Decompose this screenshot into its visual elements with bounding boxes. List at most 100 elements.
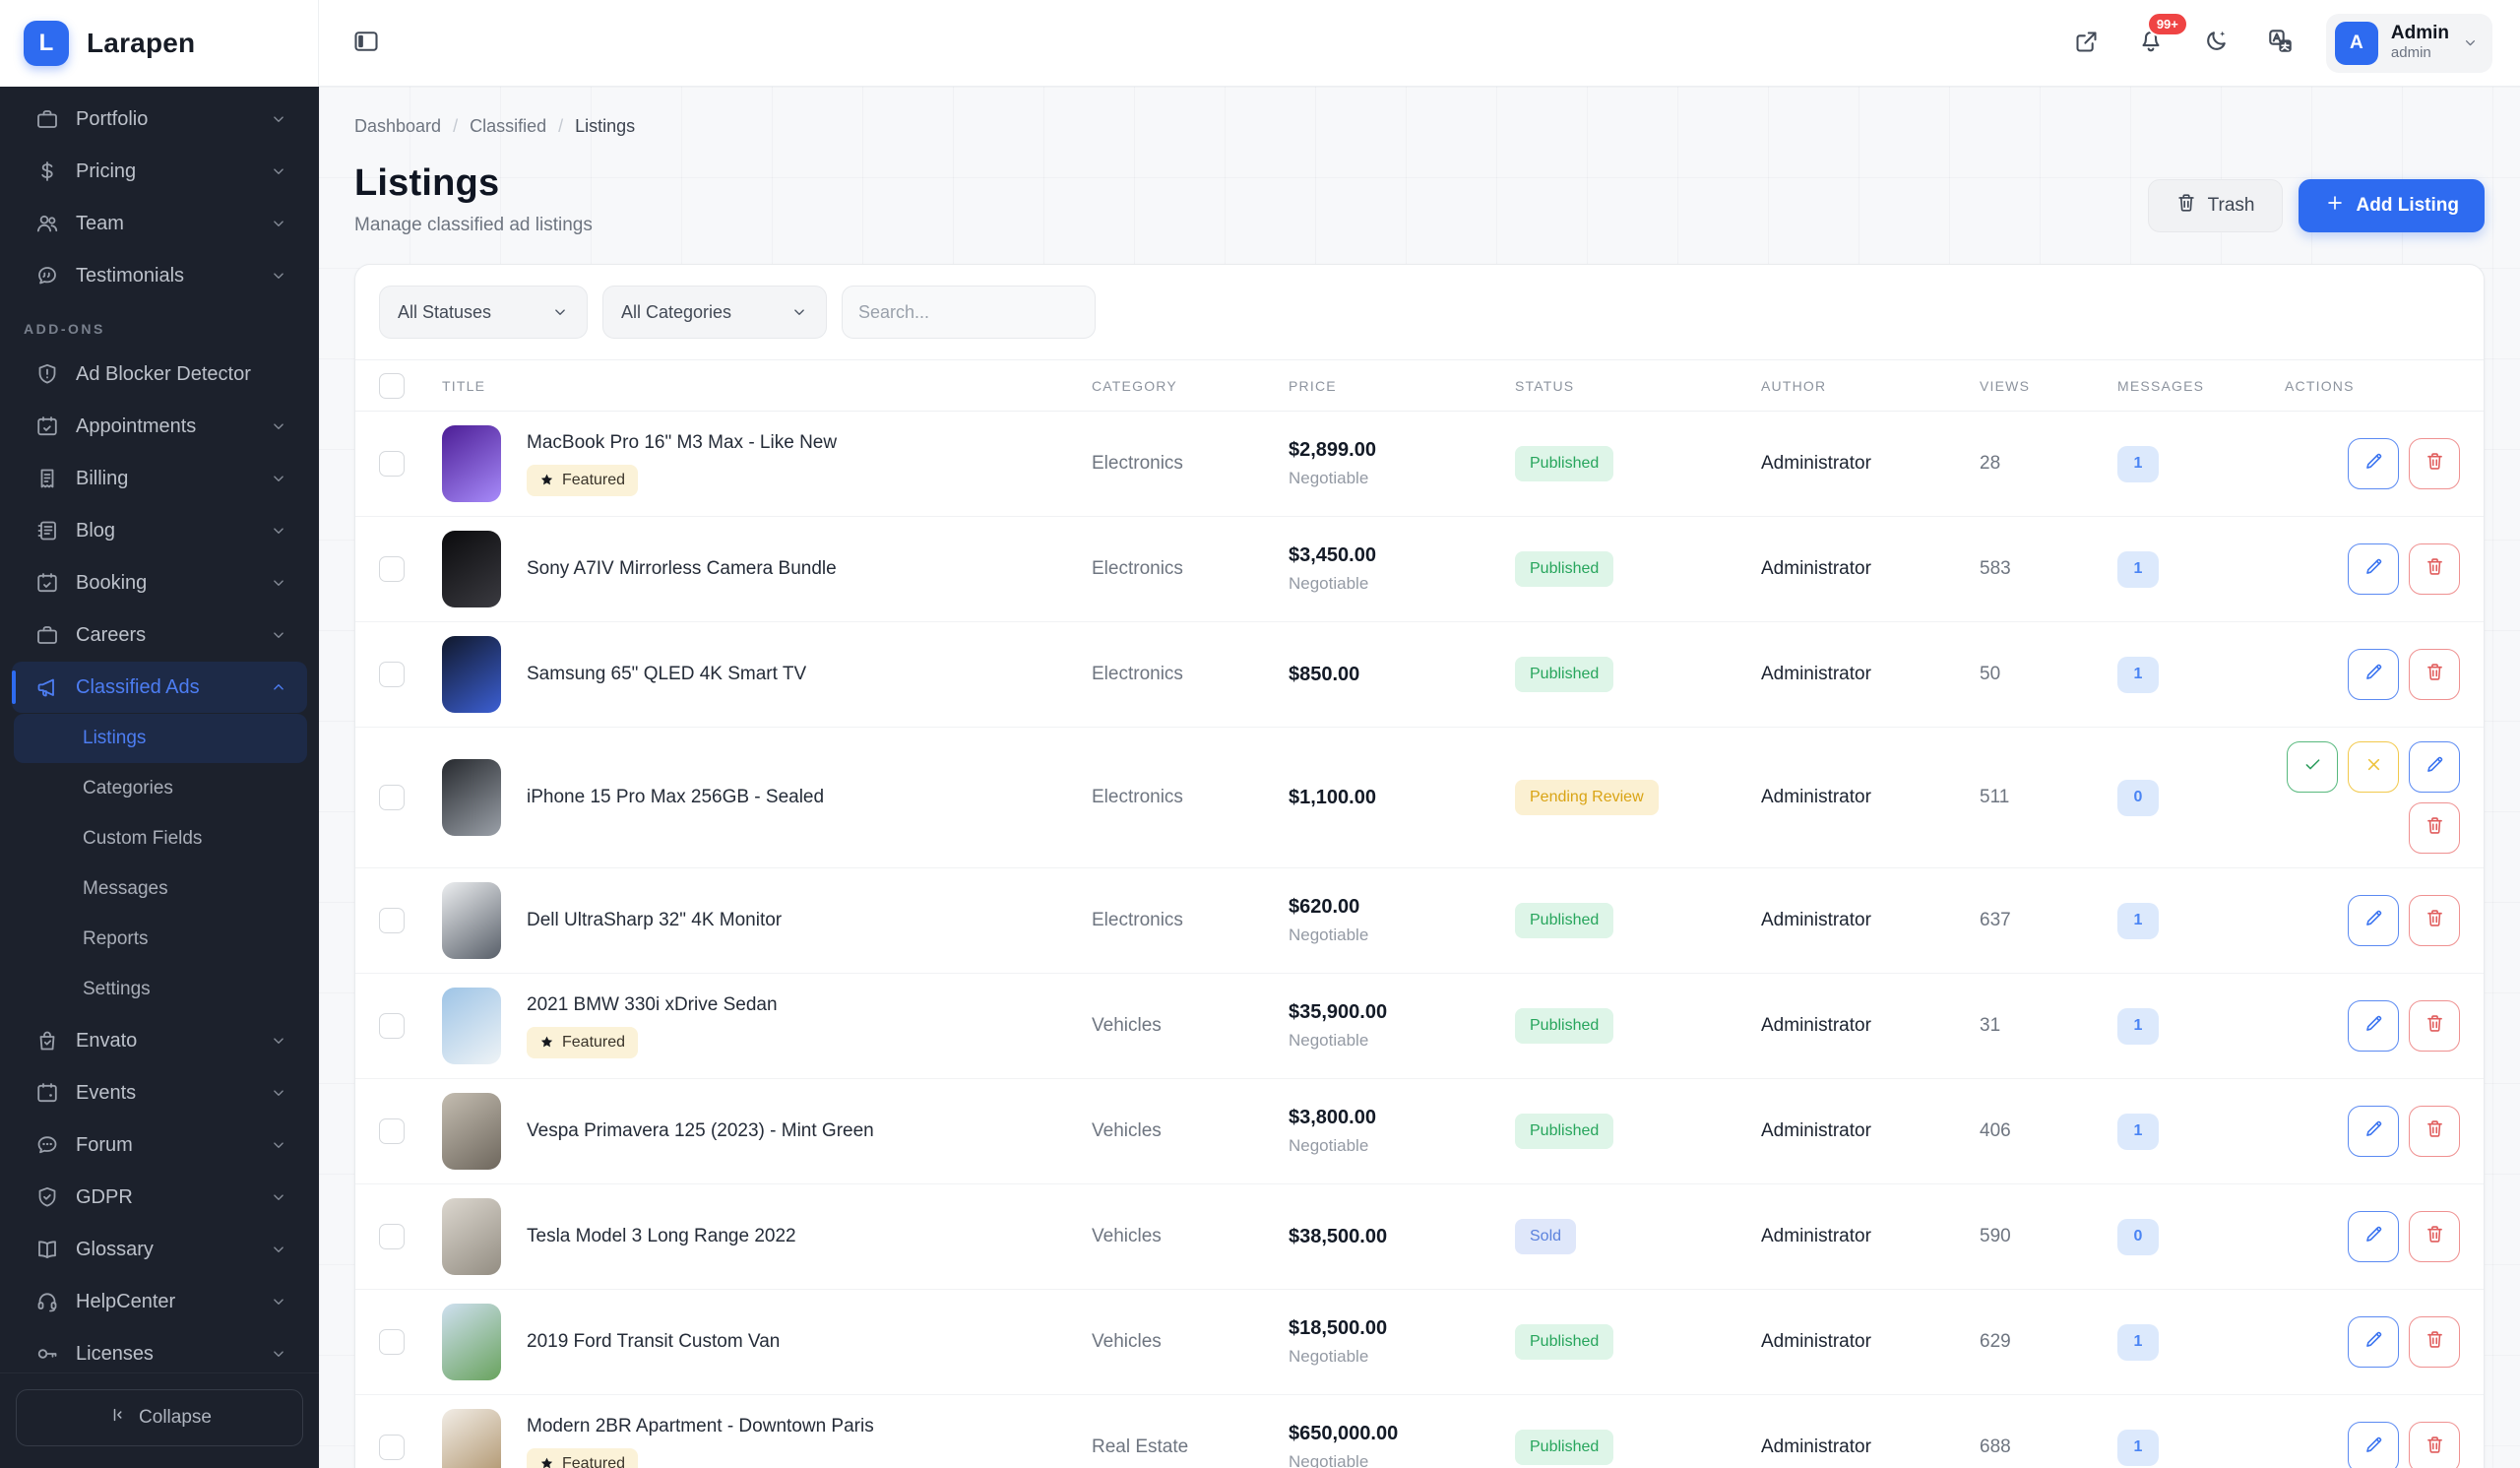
chevron-down-icon xyxy=(270,417,287,435)
sidebar-item-glossary[interactable]: Glossary xyxy=(12,1224,307,1275)
approve-button[interactable] xyxy=(2287,741,2338,793)
category-filter-select[interactable]: All Categories xyxy=(602,286,827,339)
sidebar-item-pricing[interactable]: Pricing xyxy=(12,146,307,197)
sidebar-item-blog[interactable]: Blog xyxy=(12,505,307,556)
row-checkbox[interactable] xyxy=(379,908,405,933)
delete-button[interactable] xyxy=(2409,438,2460,489)
trash-icon xyxy=(2425,662,2445,687)
views-count: 28 xyxy=(1980,453,2001,474)
sidebar-item-messages[interactable]: Messages xyxy=(14,864,307,914)
status-filter-select[interactable]: All Statuses xyxy=(379,286,588,339)
status-badge: Sold xyxy=(1515,1219,1577,1254)
listing-title: Tesla Model 3 Long Range 2022 xyxy=(527,1226,796,1246)
delete-button[interactable] xyxy=(2409,649,2460,700)
row-checkbox[interactable] xyxy=(379,1435,405,1460)
add-listing-button[interactable]: Add Listing xyxy=(2298,179,2485,232)
sidebar-item-appointments[interactable]: Appointments xyxy=(12,401,307,452)
notifications-button[interactable]: 99+ xyxy=(2131,12,2188,64)
dark-mode-button[interactable] xyxy=(2196,22,2236,64)
featured-badge: Featured xyxy=(527,1026,639,1058)
listing-category: Vehicles xyxy=(1092,1015,1162,1036)
delete-button[interactable] xyxy=(2409,1422,2460,1468)
row-checkbox[interactable] xyxy=(379,1224,405,1249)
breadcrumb-item-dashboard[interactable]: Dashboard xyxy=(354,116,441,137)
edit-button[interactable] xyxy=(2348,1000,2399,1052)
sidebar-item-settings[interactable]: Settings xyxy=(14,965,307,1014)
chevron-down-icon xyxy=(270,1136,287,1154)
row-checkbox[interactable] xyxy=(379,451,405,477)
sidebar-item-booking[interactable]: Booking xyxy=(12,557,307,608)
sidebar-item-custom-fields[interactable]: Custom Fields xyxy=(14,814,307,863)
listing-author: Administrator xyxy=(1761,910,1871,930)
delete-button[interactable] xyxy=(2409,1000,2460,1052)
edit-button[interactable] xyxy=(2348,1106,2399,1157)
delete-button[interactable] xyxy=(2409,895,2460,946)
chat-quote-icon xyxy=(35,264,59,287)
table-row: Samsung 65" QLED 4K Smart TV Electronics $… xyxy=(355,621,2484,727)
sidebar-item-careers[interactable]: Careers xyxy=(12,609,307,661)
sidebar-item-team[interactable]: Team xyxy=(12,198,307,249)
breadcrumb-item-listings[interactable]: Listings xyxy=(575,116,635,137)
edit-button[interactable] xyxy=(2348,649,2399,700)
sidebar-item-reports[interactable]: Reports xyxy=(14,915,307,964)
user-menu[interactable]: A Admin admin xyxy=(2325,13,2492,73)
topbar-actions: 99+ A Admin admin xyxy=(2067,12,2492,73)
row-checkbox[interactable] xyxy=(379,556,405,582)
headset-icon xyxy=(35,1290,59,1313)
edit-button[interactable] xyxy=(2348,438,2399,489)
search-input[interactable] xyxy=(843,301,1095,323)
delete-button[interactable] xyxy=(2409,1106,2460,1157)
table-row: Modern 2BR Apartment - Downtown Paris Fea… xyxy=(355,1394,2484,1468)
listing-title: Vespa Primavera 125 (2023) - Mint Green xyxy=(527,1120,874,1141)
status-badge: Published xyxy=(1515,1430,1614,1465)
delete-button[interactable] xyxy=(2409,802,2460,854)
edit-button[interactable] xyxy=(2348,1211,2399,1262)
sidebar-item-portfolio[interactable]: Portfolio xyxy=(12,94,307,145)
row-checkbox[interactable] xyxy=(379,1118,405,1144)
sidebar-item-testimonials[interactable]: Testimonials xyxy=(12,250,307,301)
listing-author: Administrator xyxy=(1761,1015,1871,1036)
listing-price: $850.00 xyxy=(1289,663,1360,685)
row-checkbox[interactable] xyxy=(379,1013,405,1039)
open-site-button[interactable] xyxy=(2067,23,2106,64)
listing-title: Sony A7IV Mirrorless Camera Bundle xyxy=(527,558,837,579)
delete-button[interactable] xyxy=(2409,1211,2460,1262)
column-header-status: Status xyxy=(1515,377,1575,394)
sidebar-toggle-button[interactable] xyxy=(346,22,386,64)
listing-category: Vehicles xyxy=(1092,1226,1162,1246)
language-button[interactable] xyxy=(2261,22,2300,64)
delete-button[interactable] xyxy=(2409,1316,2460,1368)
listing-author: Administrator xyxy=(1761,1436,1871,1457)
sidebar-item-classified-ads[interactable]: Classified Ads xyxy=(12,662,307,713)
edit-button[interactable] xyxy=(2348,543,2399,595)
row-checkbox[interactable] xyxy=(379,662,405,687)
edit-button[interactable] xyxy=(2348,895,2399,946)
sidebar-item-billing[interactable]: Billing xyxy=(12,453,307,504)
reject-button[interactable] xyxy=(2348,741,2399,793)
plus-icon xyxy=(2324,192,2346,220)
select-all-checkbox[interactable] xyxy=(379,372,405,399)
edit-button[interactable] xyxy=(2348,1422,2399,1468)
sidebar-item-ad-blocker-detector[interactable]: Ad Blocker Detector xyxy=(12,349,307,400)
edit-button[interactable] xyxy=(2348,1316,2399,1368)
dollar-icon xyxy=(35,160,59,183)
sidebar-item-envato[interactable]: Envato xyxy=(12,1015,307,1066)
messages-badge: 1 xyxy=(2117,550,2159,588)
sidebar-item-helpcenter[interactable]: HelpCenter xyxy=(12,1276,307,1327)
sidebar-item-events[interactable]: Events xyxy=(12,1067,307,1118)
sidebar-item-licenses[interactable]: Licenses xyxy=(12,1328,307,1372)
breadcrumb-item-classified[interactable]: Classified xyxy=(470,116,546,137)
collapse-sidebar-button[interactable]: Collapse xyxy=(16,1389,303,1446)
row-actions xyxy=(2261,1106,2484,1157)
row-checkbox[interactable] xyxy=(379,785,405,810)
trash-button[interactable]: Trash xyxy=(2147,179,2283,232)
delete-button[interactable] xyxy=(2409,543,2460,595)
edit-button[interactable] xyxy=(2409,741,2460,793)
sidebar-item-listings[interactable]: Listings xyxy=(14,714,307,763)
row-checkbox[interactable] xyxy=(379,1329,405,1355)
chevron-down-icon xyxy=(270,522,287,540)
sidebar-item-categories[interactable]: Categories xyxy=(14,764,307,813)
sidebar-item-gdpr[interactable]: GDPR xyxy=(12,1172,307,1223)
trash-icon xyxy=(2425,451,2445,477)
sidebar-item-forum[interactable]: Forum xyxy=(12,1119,307,1171)
